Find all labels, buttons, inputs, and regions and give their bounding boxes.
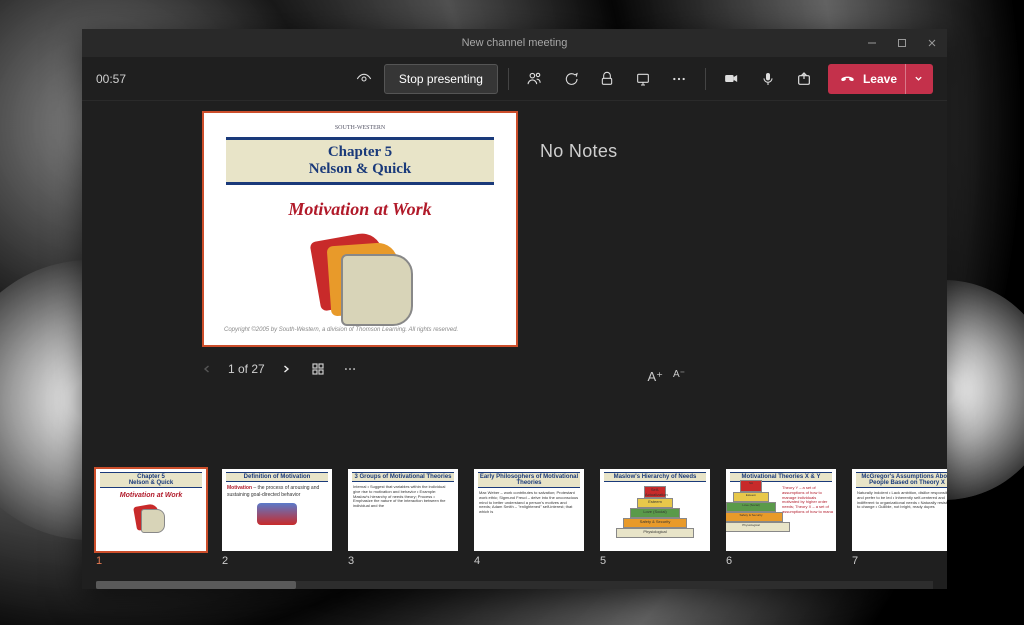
thumb-band: Chapter 5Nelson & Quick bbox=[100, 472, 202, 488]
thumbnail[interactable]: Early Philosophers of Motivational Theor… bbox=[474, 469, 584, 567]
participants-icon[interactable] bbox=[519, 63, 551, 95]
thumbnail-number: 1 bbox=[96, 555, 206, 567]
slide-nav: 1 of 27 bbox=[196, 353, 500, 385]
slide-title: Motivation at Work bbox=[212, 199, 508, 220]
thumbnail[interactable]: Motivational Theories X & YPhysiological… bbox=[726, 469, 836, 567]
thumb-body: Motivation – the process of arousing and… bbox=[222, 482, 332, 501]
thumbnail-scrollbar[interactable] bbox=[96, 581, 933, 589]
pyramid-graphic: PhysiologicalSafety & SecurityLove (Soci… bbox=[615, 486, 695, 538]
font-increase-button[interactable]: A⁺ bbox=[648, 369, 664, 385]
maximize-button[interactable] bbox=[887, 29, 917, 57]
slide-graphic bbox=[305, 228, 415, 324]
current-slide[interactable]: SOUTH-WESTERN Chapter 5 Nelson & Quick M… bbox=[202, 111, 518, 347]
thumbnail-number: 5 bbox=[600, 555, 710, 567]
reactions-icon[interactable] bbox=[591, 63, 623, 95]
thumb-body: Theory Y – a set of assumptions of how t… bbox=[780, 482, 836, 519]
close-button[interactable] bbox=[917, 29, 947, 57]
meeting-timer: 00:57 bbox=[96, 72, 126, 86]
thumbnail-slide: Maslow's Hierarchy of Needs Physiological… bbox=[600, 469, 710, 551]
notes-font-controls: A⁺ A⁻ bbox=[648, 369, 686, 385]
window-controls bbox=[857, 29, 947, 57]
thumb-band: Definition of Motivation bbox=[226, 472, 328, 482]
titlebar: New channel meeting bbox=[82, 29, 947, 57]
chapter-line1: Chapter 5 bbox=[226, 144, 494, 161]
thumbnail[interactable]: Definition of MotivationMotivation – the… bbox=[222, 469, 332, 567]
rooms-icon[interactable] bbox=[627, 63, 659, 95]
slide-copyright: Copyright ©2005 by South-Western, a divi… bbox=[224, 327, 458, 333]
meeting-toolbar: 00:57 Stop presenting bbox=[82, 57, 947, 101]
thumb-title: Motivation at Work bbox=[96, 492, 206, 499]
thumb-band: Maslow's Hierarchy of Needs bbox=[604, 472, 706, 482]
publisher-label: SOUTH-WESTERN bbox=[212, 125, 508, 131]
stop-presenting-button[interactable]: Stop presenting bbox=[384, 64, 498, 94]
thumb-body: Max Weber – work contributes to salvatio… bbox=[474, 488, 584, 518]
notes-pane: No Notes bbox=[510, 101, 947, 463]
next-slide-button[interactable] bbox=[275, 358, 297, 380]
thumb-body: Naturally indolent • Lack ambition, disl… bbox=[852, 488, 947, 513]
divider bbox=[705, 68, 706, 90]
chapter-line2: Nelson & Quick bbox=[226, 161, 494, 178]
microphone-icon[interactable] bbox=[752, 63, 784, 95]
pyramid-graphic: PhysiologicalSafety & SecurityLove (Soci… bbox=[728, 486, 774, 532]
leave-caret[interactable] bbox=[905, 64, 923, 94]
window-title: New channel meeting bbox=[462, 37, 568, 49]
thumbnail-slide: 3 Groups of Motivational TheoriesInterna… bbox=[348, 469, 458, 551]
camera-icon[interactable] bbox=[716, 63, 748, 95]
font-decrease-button[interactable]: A⁻ bbox=[673, 369, 685, 385]
thumbnail-number: 6 bbox=[726, 555, 836, 567]
slide-counter: 1 of 27 bbox=[228, 362, 265, 376]
leave-button[interactable]: Leave bbox=[828, 64, 933, 94]
chat-icon[interactable] bbox=[555, 63, 587, 95]
slide-more-button[interactable] bbox=[339, 358, 361, 380]
thumb-band: 3 Groups of Motivational Theories bbox=[352, 472, 454, 482]
prev-slide-button[interactable] bbox=[196, 358, 218, 380]
no-notes-label: No Notes bbox=[540, 141, 947, 162]
thumb-band: McGregor's Assumptions About People Base… bbox=[856, 472, 947, 488]
thumbnail[interactable]: Chapter 5Nelson & Quick Motivation at Wor… bbox=[96, 469, 206, 567]
thumbnail-slide: Early Philosophers of Motivational Theor… bbox=[474, 469, 584, 551]
teams-meeting-window: New channel meeting 00:57 Stop presentin… bbox=[82, 29, 947, 589]
presenter-pane: SOUTH-WESTERN Chapter 5 Nelson & Quick M… bbox=[82, 101, 510, 463]
thumbnail[interactable]: McGregor's Assumptions About People Base… bbox=[852, 469, 947, 567]
content-area: SOUTH-WESTERN Chapter 5 Nelson & Quick M… bbox=[82, 101, 947, 463]
thumbnail-number: 3 bbox=[348, 555, 458, 567]
thumbnail[interactable]: 3 Groups of Motivational TheoriesInterna… bbox=[348, 469, 458, 567]
leave-label: Leave bbox=[863, 72, 897, 86]
thumbnail-slide: Definition of MotivationMotivation – the… bbox=[222, 469, 332, 551]
thumbnail-number: 2 bbox=[222, 555, 332, 567]
thumbnail-slide: Chapter 5Nelson & Quick Motivation at Wor… bbox=[96, 469, 206, 551]
thumbnail-strip: Chapter 5Nelson & Quick Motivation at Wor… bbox=[82, 463, 947, 589]
thumbnail-slide: Motivational Theories X & YPhysiological… bbox=[726, 469, 836, 551]
thumb-band: Early Philosophers of Motivational Theor… bbox=[478, 472, 580, 488]
hangup-icon bbox=[840, 71, 855, 86]
more-actions-icon[interactable] bbox=[663, 63, 695, 95]
thumbnail-number: 7 bbox=[852, 555, 947, 567]
chapter-band: Chapter 5 Nelson & Quick bbox=[226, 137, 494, 185]
stop-presenting-label: Stop presenting bbox=[399, 72, 483, 86]
minimize-button[interactable] bbox=[857, 29, 887, 57]
thumbnail-scrollbar-thumb[interactable] bbox=[96, 581, 296, 589]
share-icon[interactable] bbox=[788, 63, 820, 95]
thumbnail-number: 4 bbox=[474, 555, 584, 567]
grid-view-button[interactable] bbox=[307, 358, 329, 380]
divider bbox=[508, 68, 509, 90]
privacy-shield-icon[interactable] bbox=[348, 63, 380, 95]
thumb-body: Internal • Suggest that variables within… bbox=[348, 482, 458, 512]
thumbnail-slide: McGregor's Assumptions About People Base… bbox=[852, 469, 947, 551]
thumbnail[interactable]: Maslow's Hierarchy of Needs Physiological… bbox=[600, 469, 710, 567]
